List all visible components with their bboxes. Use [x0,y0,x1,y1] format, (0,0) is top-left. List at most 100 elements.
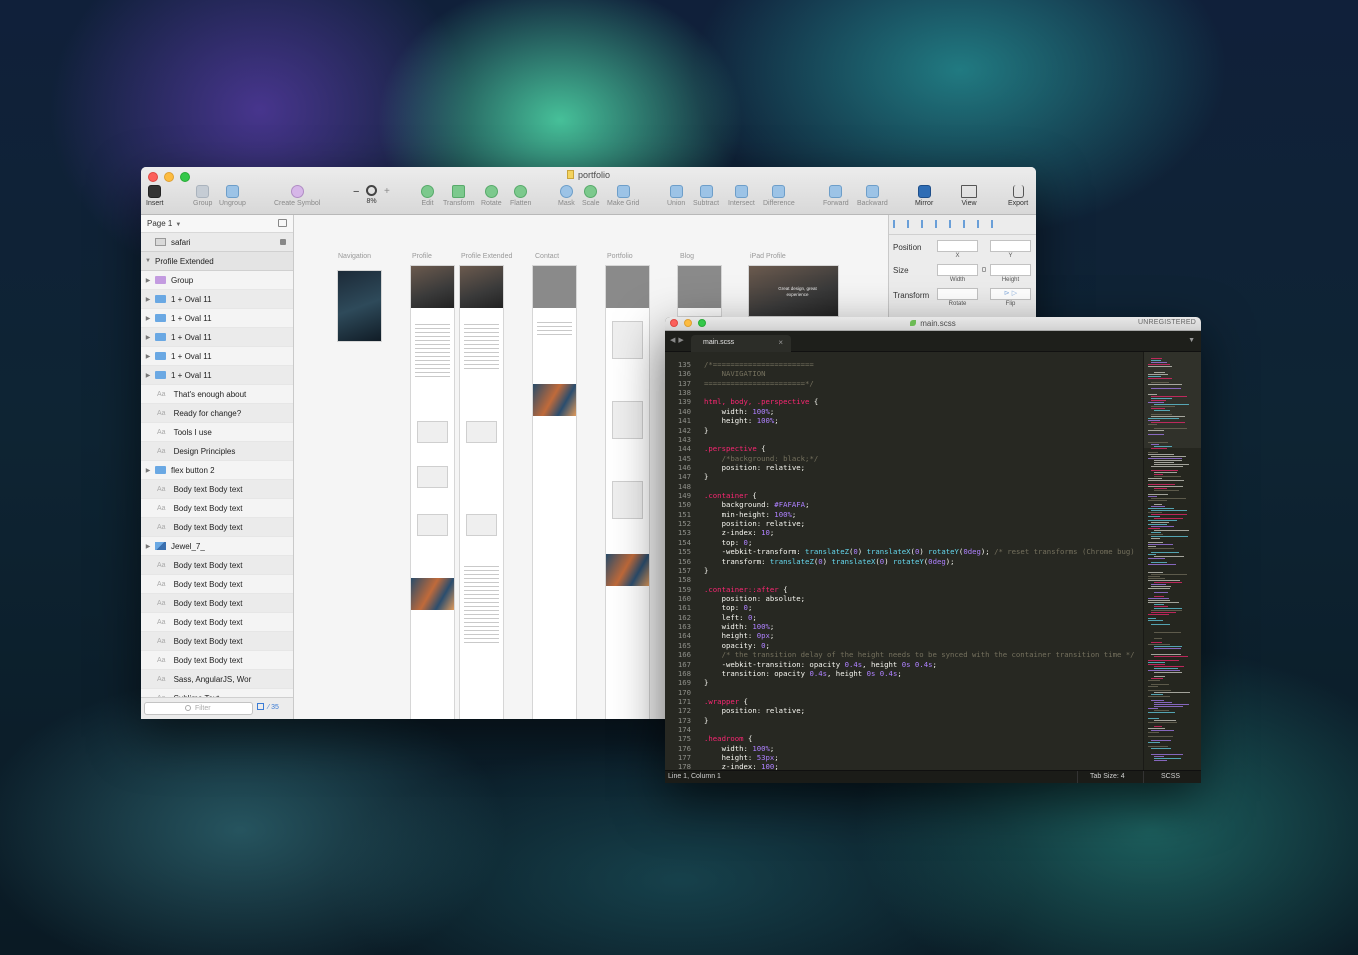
transform-button[interactable]: Transform [443,185,475,207]
flip-control[interactable]: ⊳ ▷ [990,288,1031,300]
zoom-out-button[interactable]: − [353,186,359,198]
height-field[interactable] [990,264,1031,276]
layer-row[interactable]: Aa Body text Body text [141,556,293,575]
zoom-in-button[interactable]: + [384,186,390,197]
layer-row[interactable]: ▶ 1 + Oval 11 [141,328,293,347]
union-button[interactable]: Union [667,185,685,207]
layer-row[interactable]: Aa Sass, AngularJS, Wor [141,670,293,689]
layer-row[interactable]: ▶ 1 + Oval 11 [141,309,293,328]
artboard-label-ipad-profile[interactable]: iPad Profile [750,253,786,260]
x-field[interactable] [937,240,978,252]
artboard-profile[interactable] [410,265,455,719]
mask-button[interactable]: Mask [558,185,575,207]
subtract-button[interactable]: Subtract [693,185,719,207]
disclosure-closed-icon[interactable]: ▶ [141,372,155,379]
layer-row[interactable]: Aa Body text Body text [141,518,293,537]
lock-ratio-icon[interactable] [982,267,986,272]
page-selector[interactable]: Page 1 ▼ [141,215,293,233]
layer-row[interactable]: Aa Body text Body text [141,480,293,499]
flip-vertical-icon[interactable]: ▷ [1012,290,1017,297]
distribute-v-icon[interactable] [991,220,999,228]
export-button[interactable]: Export [1008,185,1028,207]
tab-size-selector[interactable]: Tab Size: 4 [1077,771,1137,783]
layer-row[interactable]: Aa Body text Body text [141,632,293,651]
artboards-toggle-icon[interactable] [257,703,264,710]
backward-button[interactable]: Backward [857,185,888,207]
artboard-navigation[interactable] [337,270,382,342]
layer-row[interactable]: Aa Body text Body text [141,575,293,594]
artboard-row-safari[interactable]: safari [141,233,293,252]
layer-row[interactable]: ▶ 1 + Oval 11 [141,290,293,309]
disclosure-closed-icon[interactable]: ▶ [141,543,155,550]
disclosure-closed-icon[interactable]: ▶ [141,467,155,474]
layer-row[interactable]: ▶ Group [141,271,293,290]
align-center-icon[interactable] [907,220,915,228]
artboard-ipad-profile[interactable]: Great design, great experience [748,265,839,317]
disclosure-closed-icon[interactable]: ▶ [141,296,155,303]
create-symbol-button[interactable]: Create Symbol [274,185,320,207]
layer-row[interactable]: Aa Ready for change? [141,404,293,423]
y-field[interactable] [990,240,1031,252]
artboard-blog[interactable] [677,265,722,317]
code-editor[interactable]: /*======================= NAVIGATION ====… [704,352,1136,770]
layer-row[interactable]: Aa Tools I use [141,423,293,442]
layer-row[interactable]: ▶ flex button 2 [141,461,293,480]
disclosure-closed-icon[interactable]: ▶ [141,353,155,360]
layer-row[interactable]: ▶ 1 + Oval 11 [141,347,293,366]
forward-button[interactable]: Forward [823,185,849,207]
align-middle-icon[interactable] [963,220,971,228]
mirror-button[interactable]: Mirror [915,185,933,207]
align-right-icon[interactable] [921,220,929,228]
collapse-icon[interactable] [278,219,287,227]
forward-arrow-icon[interactable]: ▶ [678,337,686,344]
align-bottom-icon[interactable] [977,220,985,228]
artboard-row-profile-extended[interactable]: ▼ Profile Extended [141,252,293,271]
rotate-button[interactable]: Rotate [481,185,502,207]
rotate-field[interactable] [937,288,978,300]
artboard-profile-extended[interactable] [459,265,504,719]
artboard-label-portfolio[interactable]: Portfolio [607,253,633,260]
align-left-icon[interactable] [893,220,901,228]
layer-row[interactable]: Aa That's enough about [141,385,293,404]
ungroup-button[interactable]: Ungroup [219,185,246,207]
insert-button[interactable]: Insert [146,185,164,207]
align-top-icon[interactable] [949,220,957,228]
layer-row[interactable]: ▶ 1 + Oval 11 [141,366,293,385]
artboard-portfolio[interactable] [605,265,650,719]
layer-row[interactable]: Aa Body text Body text [141,651,293,670]
artboard-label-contact[interactable]: Contact [535,253,559,260]
close-tab-icon[interactable]: × [778,338,783,347]
edit-button[interactable]: Edit [421,185,434,207]
layer-row[interactable]: Aa Body text Body text [141,499,293,518]
tab-main-scss[interactable]: main.scss × [691,335,791,352]
layer-row[interactable]: Aa Body text Body text [141,613,293,632]
difference-button[interactable]: Difference [763,185,795,207]
artboard-label-profile[interactable]: Profile [412,253,432,260]
filter-input[interactable]: Filter [144,702,253,715]
artboard-label-profile-extended[interactable]: Profile Extended [461,253,512,260]
width-field[interactable] [937,264,978,276]
disclosure-closed-icon[interactable]: ▶ [141,334,155,341]
intersect-button[interactable]: Intersect [728,185,755,207]
make-grid-button[interactable]: Make Grid [607,185,639,207]
layer-row[interactable]: Aa Design Principles [141,442,293,461]
artboard-label-blog[interactable]: Blog [680,253,694,260]
disclosure-closed-icon[interactable]: ▶ [141,277,155,284]
scale-button[interactable]: Scale [582,185,600,207]
disclosure-open-icon[interactable]: ▼ [141,258,155,264]
disclosure-closed-icon[interactable]: ▶ [141,315,155,322]
artboard-contact[interactable] [532,265,577,719]
artboard-label-navigation[interactable]: Navigation [338,253,371,260]
layer-row[interactable]: ▶ Jewel_7_ [141,537,293,556]
zoom-control[interactable]: 8% [366,185,377,205]
flip-horizontal-icon[interactable]: ⊳ [1004,290,1010,297]
tab-dropdown-icon[interactable]: ▼ [1188,337,1195,344]
syntax-selector[interactable]: SCSS [1143,771,1197,783]
distribute-h-icon[interactable] [935,220,943,228]
layer-row[interactable]: Aa Body text Body text [141,594,293,613]
minimap[interactable] [1143,352,1201,770]
group-button[interactable]: Group [193,185,212,207]
flatten-button[interactable]: Flatten [510,185,531,207]
view-button[interactable]: View [961,185,977,207]
lock-icon[interactable] [280,239,286,245]
